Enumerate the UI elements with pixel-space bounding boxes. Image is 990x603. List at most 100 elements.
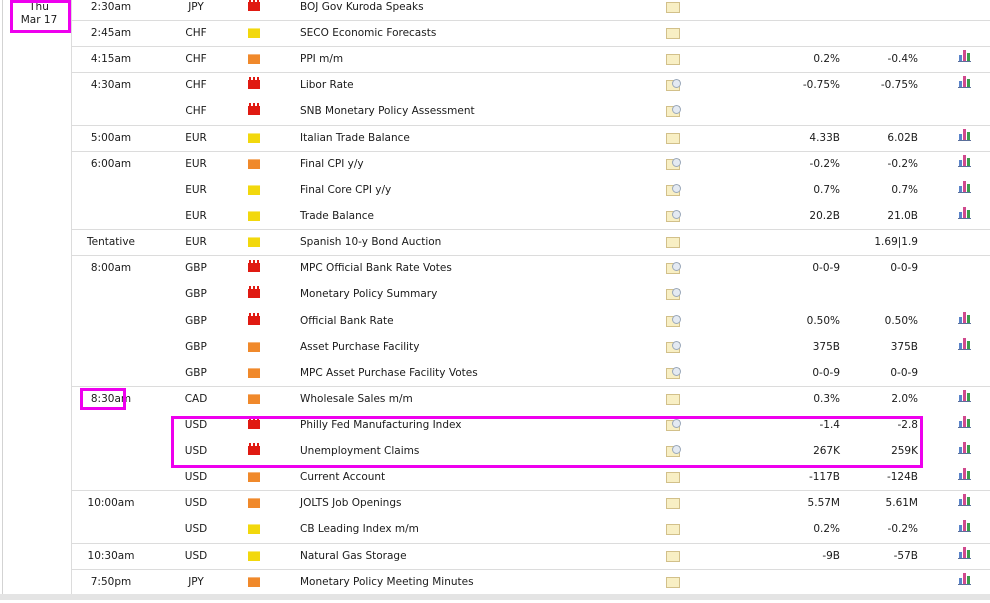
event-name[interactable]: SNB Monetary Policy Assessment: [300, 104, 475, 130]
folder-icon[interactable]: [666, 28, 680, 39]
horizontal-scrollbar[interactable]: [0, 594, 990, 600]
time-cell: [72, 209, 150, 235]
event-name[interactable]: CB Leading Index m/m: [300, 522, 419, 548]
impact-icon: [248, 133, 260, 159]
bar-chart-icon[interactable]: [958, 154, 971, 167]
event-name[interactable]: Monetary Policy Summary: [300, 287, 437, 313]
event-name[interactable]: Asset Purchase Facility: [300, 340, 419, 366]
detail-button[interactable]: [666, 288, 681, 315]
detail-button[interactable]: [666, 524, 680, 550]
detail-button[interactable]: [666, 498, 680, 524]
folder-icon[interactable]: [666, 498, 680, 509]
chart-button[interactable]: [958, 519, 971, 545]
folder-speaker-icon[interactable]: [666, 341, 681, 353]
folder-icon[interactable]: [666, 577, 680, 588]
event-name[interactable]: Final Core CPI y/y: [300, 183, 391, 209]
detail-button[interactable]: [666, 54, 680, 80]
currency-cell: EUR: [185, 210, 207, 222]
detail-button[interactable]: [666, 551, 680, 577]
folder-speaker-icon[interactable]: [666, 105, 681, 117]
event-name[interactable]: Final CPI y/y: [300, 157, 364, 183]
folder-icon[interactable]: [666, 133, 680, 144]
row-separator: [72, 543, 990, 544]
folder-speaker-icon[interactable]: [666, 288, 681, 300]
event-name[interactable]: PPI m/m: [300, 52, 343, 78]
detail-button[interactable]: [666, 133, 680, 159]
detail-button[interactable]: [666, 79, 681, 106]
bar-chart-icon[interactable]: [958, 519, 971, 532]
event-name[interactable]: Spanish 10-y Bond Auction: [300, 235, 441, 261]
chart-button[interactable]: [958, 311, 971, 337]
impact-icon: [248, 0, 260, 28]
folder-speaker-icon[interactable]: [666, 184, 681, 196]
bar-chart-icon[interactable]: [958, 128, 971, 141]
folder-speaker-icon[interactable]: [666, 158, 681, 170]
bar-chart-icon[interactable]: [958, 206, 971, 219]
event-name[interactable]: Current Account: [300, 470, 385, 496]
folder-icon[interactable]: [666, 524, 680, 535]
row-separator: [72, 229, 990, 230]
event-name[interactable]: MPC Asset Purchase Facility Votes: [300, 366, 478, 392]
chart-button[interactable]: [958, 337, 971, 363]
chart-button[interactable]: [958, 493, 971, 519]
folder-icon[interactable]: [666, 2, 680, 13]
event-name[interactable]: SECO Economic Forecasts: [300, 26, 436, 52]
chart-button[interactable]: [958, 154, 971, 180]
event-name[interactable]: Italian Trade Balance: [300, 131, 410, 157]
detail-button[interactable]: [666, 367, 681, 394]
folder-speaker-icon[interactable]: [666, 210, 681, 222]
row-separator: [72, 46, 990, 47]
detail-button[interactable]: [666, 472, 680, 498]
bar-chart-icon[interactable]: [958, 572, 971, 585]
detail-button[interactable]: [666, 237, 680, 263]
event-name[interactable]: Natural Gas Storage: [300, 549, 407, 575]
detail-button[interactable]: [666, 105, 681, 132]
folder-icon[interactable]: [666, 551, 680, 562]
detail-button[interactable]: [666, 210, 681, 237]
folder-speaker-icon[interactable]: [666, 367, 681, 379]
time-cell: [72, 340, 150, 366]
bar-chart-icon[interactable]: [958, 467, 971, 480]
event-name[interactable]: BOJ Gov Kuroda Speaks: [300, 0, 424, 26]
event-name[interactable]: Trade Balance: [300, 209, 374, 235]
chart-button[interactable]: [958, 75, 971, 101]
folder-speaker-icon[interactable]: [666, 262, 681, 274]
time-cell: 10:00am: [87, 497, 135, 509]
bar-chart-icon[interactable]: [958, 389, 971, 402]
folder-icon[interactable]: [666, 54, 680, 65]
chart-button[interactable]: [958, 415, 971, 441]
event-name[interactable]: JOLTS Job Openings: [300, 496, 401, 522]
detail-button[interactable]: [666, 184, 681, 211]
detail-button[interactable]: [666, 315, 681, 342]
detail-button[interactable]: [666, 158, 681, 185]
forecast-value: 375B: [890, 341, 918, 353]
event-name[interactable]: Wholesale Sales m/m: [300, 392, 413, 418]
event-name[interactable]: Official Bank Rate: [300, 314, 394, 340]
detail-button[interactable]: [666, 262, 681, 289]
bar-chart-icon[interactable]: [958, 337, 971, 350]
bar-chart-icon[interactable]: [958, 311, 971, 324]
folder-speaker-icon[interactable]: [666, 79, 681, 91]
bar-chart-icon[interactable]: [958, 75, 971, 88]
bar-chart-icon[interactable]: [958, 441, 971, 454]
folder-icon[interactable]: [666, 394, 680, 405]
chart-button[interactable]: [958, 441, 971, 467]
chart-button[interactable]: [958, 389, 971, 415]
bar-chart-icon[interactable]: [958, 493, 971, 506]
bar-chart-icon[interactable]: [958, 49, 971, 62]
detail-button[interactable]: [666, 2, 680, 28]
event-name[interactable]: Libor Rate: [300, 78, 354, 104]
currency-cell: EUR: [185, 236, 207, 248]
bar-chart-icon[interactable]: [958, 415, 971, 428]
folder-speaker-icon[interactable]: [666, 315, 681, 327]
event-name[interactable]: MPC Official Bank Rate Votes: [300, 261, 452, 287]
detail-button[interactable]: [666, 341, 681, 368]
forecast-value: -0.2%: [887, 523, 918, 535]
currency-cell: CHF: [185, 53, 207, 65]
bar-chart-icon[interactable]: [958, 546, 971, 559]
bar-chart-icon[interactable]: [958, 180, 971, 193]
detail-button[interactable]: [666, 28, 680, 54]
folder-icon[interactable]: [666, 237, 680, 248]
chart-button[interactable]: [958, 180, 971, 206]
folder-icon[interactable]: [666, 472, 680, 483]
